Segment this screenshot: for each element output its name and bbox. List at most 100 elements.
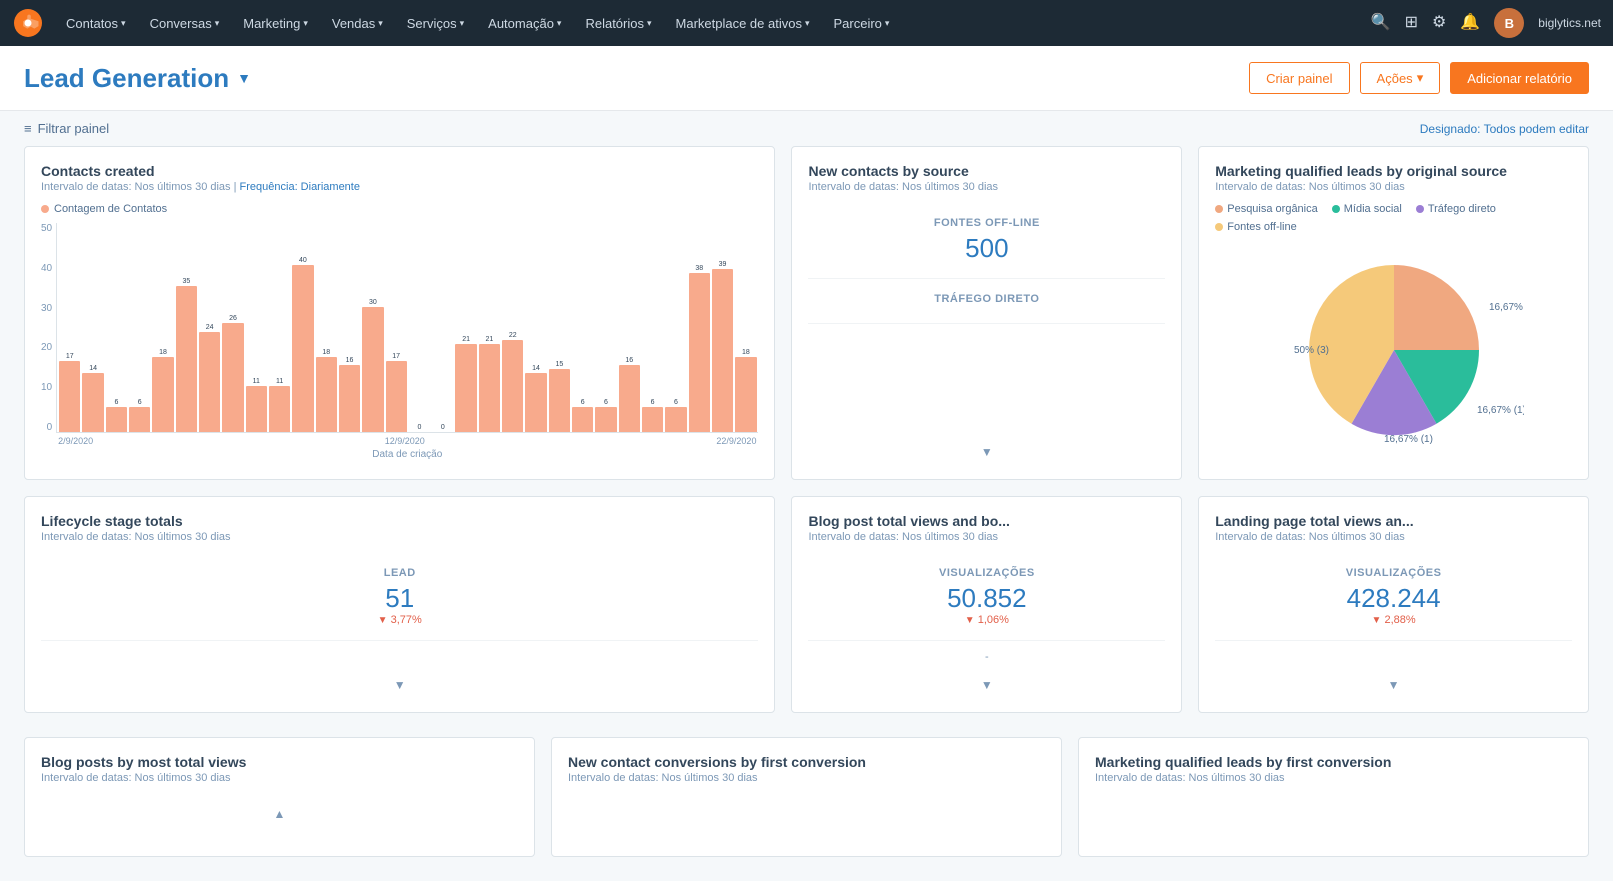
bar[interactable] [712, 269, 733, 432]
bar[interactable] [455, 344, 476, 432]
bar[interactable] [572, 407, 593, 432]
landing-views-scroll[interactable]: VISUALIZAÇÕES 428.244 ▼ 2,88% [1215, 553, 1572, 673]
bar-group: 6 [665, 223, 686, 432]
bar-group: 17 [59, 223, 80, 432]
bar[interactable] [642, 407, 663, 432]
bar[interactable] [316, 357, 337, 432]
bar[interactable] [59, 361, 80, 432]
lifecycle-scroll[interactable]: LEAD 51 ▼ 3,77% [41, 553, 758, 673]
bar[interactable] [246, 386, 267, 432]
nav-vendas[interactable]: Vendas ▾ [322, 10, 393, 37]
chart-body: 1714661835242611114018163017002121221415… [56, 223, 758, 463]
mql-by-source-card: Marketing qualified leads by original so… [1198, 146, 1589, 480]
blog-views-item: VISUALIZAÇÕES 50.852 ▼ 1,06% [808, 553, 1165, 641]
blog-views-scroll[interactable]: VISUALIZAÇÕES 50.852 ▼ 1,06% - [808, 553, 1165, 673]
scroll-up-icon[interactable]: ▲ [274, 807, 286, 821]
pie-slice-pesquisa[interactable] [1394, 265, 1479, 350]
hubspot-logo[interactable] [12, 7, 44, 39]
bar[interactable] [362, 307, 383, 432]
bar-group: 14 [525, 223, 546, 432]
bar[interactable] [222, 323, 243, 432]
scroll-down-icon[interactable]: ▼ [1388, 678, 1400, 692]
bar[interactable] [386, 361, 407, 432]
bar[interactable] [199, 332, 220, 432]
lifecycle-scroll-down[interactable]: ▼ [41, 673, 758, 696]
bar[interactable] [292, 265, 313, 432]
notification-icon[interactable]: 🔔 [1460, 15, 1480, 31]
legend-item-midia: Mídia social [1332, 203, 1402, 215]
new-contacts-scroll[interactable]: FONTES OFF-LINE 500 TRÁFEGO DIRETO [808, 203, 1165, 440]
title-chevron-icon[interactable]: ▼ [237, 70, 251, 86]
blog-views-subtitle: Intervalo de datas: Nos últimos 30 dias [808, 531, 1165, 543]
bar[interactable] [152, 357, 173, 432]
bar[interactable] [479, 344, 500, 432]
bar[interactable] [735, 357, 756, 432]
bar[interactable] [549, 369, 570, 432]
arrow-down-icon: ▼ [1372, 615, 1382, 626]
blog-posts-title: Blog posts by most total views [41, 754, 518, 770]
landing-views-subtitle: Intervalo de datas: Nos últimos 30 dias [1215, 531, 1572, 543]
bar[interactable] [82, 373, 103, 432]
chevron-down-icon: ▾ [303, 18, 308, 29]
scroll-down-icon[interactable]: ▼ [981, 445, 993, 459]
nav-automacao[interactable]: Automação ▾ [478, 10, 571, 37]
nav-relatorios[interactable]: Relatórios ▾ [575, 10, 661, 37]
assigned-link[interactable]: Todos podem editar [1484, 122, 1589, 136]
bar[interactable] [525, 373, 546, 432]
new-contacts-subtitle: Intervalo de datas: Nos últimos 30 dias [808, 181, 1165, 193]
nav-conversas[interactable]: Conversas ▾ [140, 10, 230, 37]
frequency-link[interactable]: Frequência: Diariamente [240, 181, 360, 193]
nav-contatos[interactable]: Contatos ▾ [56, 10, 136, 37]
bar-group: 22 [502, 223, 523, 432]
bar[interactable] [106, 407, 127, 432]
top-navigation: Contatos ▾ Conversas ▾ Marketing ▾ Venda… [0, 0, 1613, 46]
filter-label: Filtrar painel [38, 121, 110, 136]
avatar[interactable]: B [1494, 8, 1524, 38]
bar-group: 0 [409, 223, 430, 432]
new-contact-conversions-card: New contact conversions by first convers… [551, 737, 1062, 857]
contacts-chart-subtitle: Intervalo de datas: Nos últimos 30 dias … [41, 181, 758, 193]
filter-panel-button[interactable]: ≡ Filtrar painel [24, 121, 109, 136]
arrow-down-icon: ▼ [378, 615, 388, 626]
filter-bar: ≡ Filtrar painel Designado: Todos podem … [0, 111, 1613, 146]
legend-item-fontes: Fontes off-line [1215, 221, 1297, 233]
source-item-direto: TRÁFEGO DIRETO [808, 279, 1165, 324]
nav-parceiro[interactable]: Parceiro ▾ [824, 10, 900, 37]
header-actions: Criar painel Ações ▾ Adicionar relatório [1249, 62, 1589, 94]
blog-views-card: Blog post total views and bo... Interval… [791, 496, 1182, 713]
pie-legend: Pesquisa orgânica Mídia social Tráfego d… [1215, 203, 1572, 233]
bar[interactable] [269, 386, 290, 432]
scroll-down-icon[interactable]: ▼ [394, 678, 406, 692]
lifecycle-subtitle: Intervalo de datas: Nos últimos 30 dias [41, 531, 758, 543]
bar[interactable] [665, 407, 686, 432]
nav-marketing[interactable]: Marketing ▾ [233, 10, 318, 37]
bar[interactable] [176, 286, 197, 432]
bar[interactable] [502, 340, 523, 432]
bar[interactable] [339, 365, 360, 432]
landing-scroll-down[interactable]: ▼ [1215, 673, 1572, 696]
criar-painel-button[interactable]: Criar painel [1249, 62, 1349, 94]
settings-icon[interactable]: ⚙ [1432, 15, 1446, 31]
nav-servicos[interactable]: Serviços ▾ [397, 10, 474, 37]
blog-scroll-down[interactable]: ▼ [808, 673, 1165, 696]
bar[interactable] [689, 273, 710, 432]
bar[interactable] [595, 407, 616, 432]
adicionar-relatorio-button[interactable]: Adicionar relatório [1450, 62, 1589, 94]
lifecycle-item-lead: LEAD 51 ▼ 3,77% [41, 553, 758, 641]
scroll-down-icon[interactable]: ▼ [981, 678, 993, 692]
legend-dot-fontes [1215, 223, 1223, 231]
nav-marketplace[interactable]: Marketplace de ativos ▾ [666, 10, 820, 37]
acoes-button[interactable]: Ações ▾ [1360, 62, 1441, 94]
bar[interactable] [129, 407, 150, 432]
grid-icon[interactable]: ⊞ [1405, 15, 1418, 31]
pie-slice-fontes-part2[interactable] [1309, 265, 1394, 350]
scroll-down-indicator[interactable]: ▼ [808, 440, 1165, 463]
search-icon[interactable]: 🔍 [1371, 15, 1391, 31]
svg-text:16,67% (1): 16,67% (1) [1489, 302, 1524, 313]
bar[interactable] [619, 365, 640, 432]
filter-icon: ≡ [24, 121, 32, 136]
lifecycle-card: Lifecycle stage totals Intervalo de data… [24, 496, 775, 713]
chevron-down-icon: ▾ [885, 18, 890, 29]
username-label[interactable]: biglytics.net [1538, 16, 1601, 30]
y-axis: 50 40 30 20 10 0 [41, 223, 56, 463]
